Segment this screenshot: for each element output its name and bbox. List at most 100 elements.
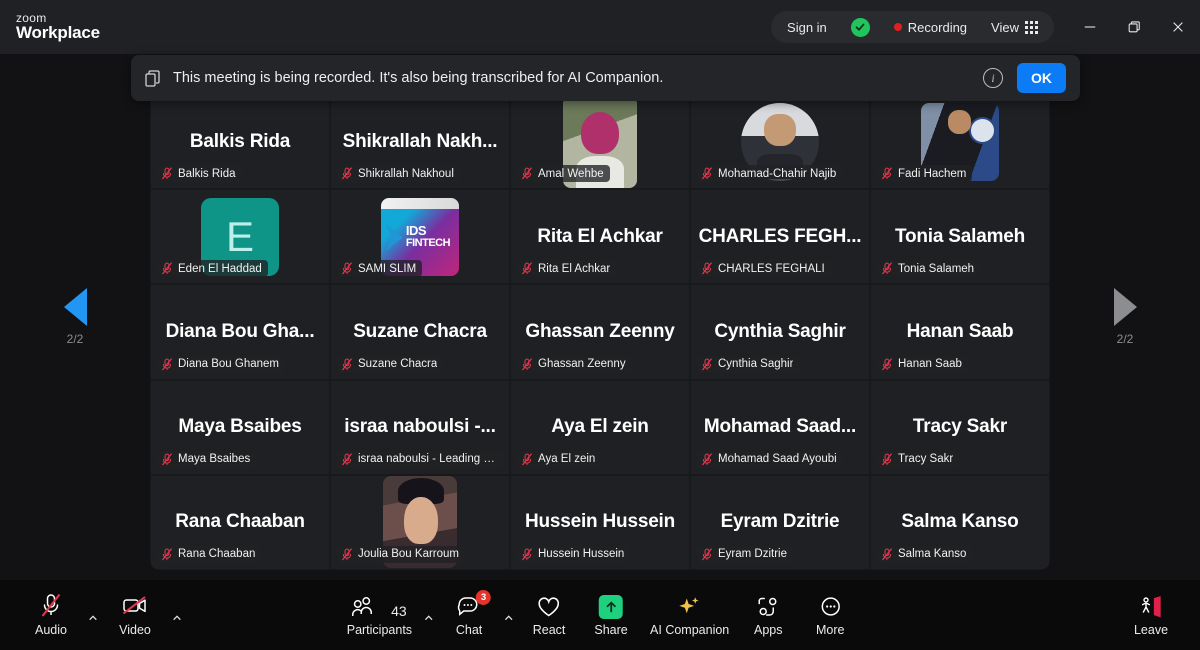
microphone-muted-icon [881, 262, 893, 275]
participant-display-name: Aya El zein [551, 416, 649, 438]
title-bar: zoom Workplace Sign in Recording View [0, 0, 1200, 54]
banner-ok-button[interactable]: OK [1017, 63, 1066, 93]
microphone-muted-icon [701, 262, 713, 275]
video-button[interactable]: Video [104, 584, 166, 646]
participant-tile[interactable]: Hanan Saab Hanan Saab [870, 284, 1050, 380]
previous-page-button[interactable]: 2/2 [0, 54, 150, 580]
react-button[interactable]: React [518, 584, 580, 646]
sparkle-icon [676, 593, 704, 619]
leave-label: Leave [1133, 623, 1169, 637]
microphone-muted-icon [161, 357, 173, 370]
participant-name-label: Joulia Bou Karroum [358, 548, 459, 561]
participant-name-label: Rana Chaaban [178, 548, 256, 561]
audio-button[interactable]: Audio [20, 584, 82, 646]
participant-name-bar: Balkis Rida [157, 165, 242, 183]
microphone-muted-icon [701, 167, 713, 180]
participant-name-label: Eden El Haddad [178, 262, 262, 275]
participant-tile[interactable]: Salma Kanso Salma Kanso [870, 474, 1050, 570]
participant-tile[interactable]: Shikrallah Nakh... Shikrallah Nakhoul [330, 94, 510, 190]
view-button[interactable]: View [979, 13, 1050, 41]
share-label: Share [594, 623, 628, 637]
participant-tile[interactable]: Hussein Hussein Hussein Hussein [510, 474, 690, 570]
participant-tile[interactable]: Mohamad Saad... Mohamad Saad Ayoubi [690, 379, 870, 475]
microphone-muted-icon [161, 262, 173, 275]
participant-tile[interactable]: E Eden El Haddad [150, 189, 330, 285]
participant-tile[interactable]: Cynthia Saghir Cynthia Saghir [690, 284, 870, 380]
participant-display-name: Hussein Hussein [524, 511, 676, 533]
ai-companion-button[interactable]: AI Companion [642, 584, 737, 646]
next-page-button[interactable]: 2/2 [1050, 54, 1200, 580]
participant-tile[interactable]: IDS FINTECH SAMI SLIM [330, 189, 510, 285]
leave-button[interactable]: Leave [1120, 584, 1182, 646]
participant-tile[interactable]: Ghassan Zeenny Ghassan Zeenny [510, 284, 690, 380]
participant-name-label: CHARLES FEGHALI [718, 262, 825, 275]
participant-name-label: Suzane Chacra [358, 358, 438, 371]
participant-tile[interactable]: Mohamad-Chahir Najib [690, 94, 870, 190]
video-options-caret[interactable] [168, 580, 186, 642]
participant-tile[interactable]: Suzane Chacra Suzane Chacra [330, 284, 510, 380]
chevron-left-triangle-icon [63, 288, 87, 326]
microphone-muted-icon [161, 167, 173, 180]
minimize-button[interactable] [1068, 0, 1112, 54]
microphone-muted-icon [161, 453, 173, 466]
microphone-muted-icon [161, 548, 173, 561]
recording-label: Recording [907, 19, 968, 35]
share-button[interactable]: Share [580, 584, 642, 646]
participant-tile[interactable]: Fadi Hachem [870, 94, 1050, 190]
participant-tile[interactable]: CHARLES FEGH... CHARLES FEGHALI [690, 189, 870, 285]
chat-unread-badge: 3 [476, 590, 492, 605]
participant-grid: Balkis Rida Balkis Rida Shikrallah Nakh...… [150, 94, 1050, 570]
apps-button[interactable]: Apps [737, 584, 799, 646]
participant-name-bar: Salma Kanso [877, 545, 973, 563]
chat-bubble-icon: 3 [456, 590, 492, 619]
participant-name-label: Hanan Saab [898, 358, 962, 371]
participant-name-label: Shikrallah Nakhoul [358, 167, 454, 180]
encryption-shield-button[interactable] [839, 13, 882, 41]
close-button[interactable] [1156, 0, 1200, 54]
participant-tile[interactable]: Maya Bsaibes Maya Bsaibes [150, 379, 330, 475]
recording-banner: This meeting is being recorded. It's als… [131, 55, 1080, 101]
participant-name-bar: Ghassan Zeenny [517, 355, 632, 373]
participant-tile[interactable]: Rana Chaaban Rana Chaaban [150, 474, 330, 570]
microphone-muted-icon [521, 167, 533, 180]
participant-name-label: Amal Wehbe [538, 167, 604, 180]
zoom-meeting-window: zoom Workplace Sign in Recording View 2/… [0, 0, 1200, 650]
ai-companion-label: AI Companion [650, 623, 730, 637]
window-buttons [1068, 0, 1200, 54]
participant-tile[interactable]: Amal Wehbe [510, 94, 690, 190]
participant-display-name: Shikrallah Nakh... [342, 130, 498, 152]
copy-icon [145, 69, 165, 87]
participant-name-bar: israa naboulsi - Leading Ha... [337, 450, 503, 468]
participants-button[interactable]: 43 Participants [339, 584, 420, 646]
participant-tile[interactable]: Aya El zein Aya El zein [510, 379, 690, 475]
participant-name-label: SAMI SLIM [358, 262, 417, 275]
participant-tile[interactable]: Tonia Salameh Tonia Salameh [870, 189, 1050, 285]
microphone-muted-icon [39, 593, 63, 619]
participant-name-bar: Mohamad-Chahir Najib [697, 165, 843, 183]
participant-name-bar: Suzane Chacra [337, 355, 444, 373]
share-screen-icon [599, 593, 624, 619]
participants-options-caret[interactable] [420, 580, 438, 642]
participant-name-label: Mohamad Saad Ayoubi [718, 453, 837, 466]
restore-window-button[interactable] [1112, 0, 1156, 54]
microphone-muted-icon [341, 167, 353, 180]
more-button[interactable]: More [799, 584, 861, 646]
sign-in-button[interactable]: Sign in [775, 13, 839, 41]
participant-tile[interactable]: israa naboulsi -... israa naboulsi - Lead… [330, 379, 510, 475]
participant-name-bar: Maya Bsaibes [157, 450, 257, 468]
participant-tile[interactable]: Eyram Dzitrie Eyram Dzitrie [690, 474, 870, 570]
microphone-muted-icon [341, 262, 353, 275]
participant-tile[interactable]: Joulia Bou Karroum [330, 474, 510, 570]
recording-status[interactable]: Recording [882, 13, 979, 41]
info-icon[interactable]: i [983, 68, 1003, 88]
participant-name-label: Maya Bsaibes [178, 453, 251, 466]
participant-tile[interactable]: Balkis Rida Balkis Rida [150, 94, 330, 190]
audio-options-caret[interactable] [84, 580, 102, 642]
chat-options-caret[interactable] [500, 580, 518, 642]
participant-name-label: Rita El Achkar [538, 262, 611, 275]
participant-tile[interactable]: Diana Bou Gha... Diana Bou Ghanem [150, 284, 330, 380]
participant-name-label: Fadi Hachem [898, 167, 967, 180]
chat-button[interactable]: 3 Chat [438, 584, 500, 646]
participant-tile[interactable]: Tracy Sakr Tracy Sakr [870, 379, 1050, 475]
participant-tile[interactable]: Rita El Achkar Rita El Achkar [510, 189, 690, 285]
